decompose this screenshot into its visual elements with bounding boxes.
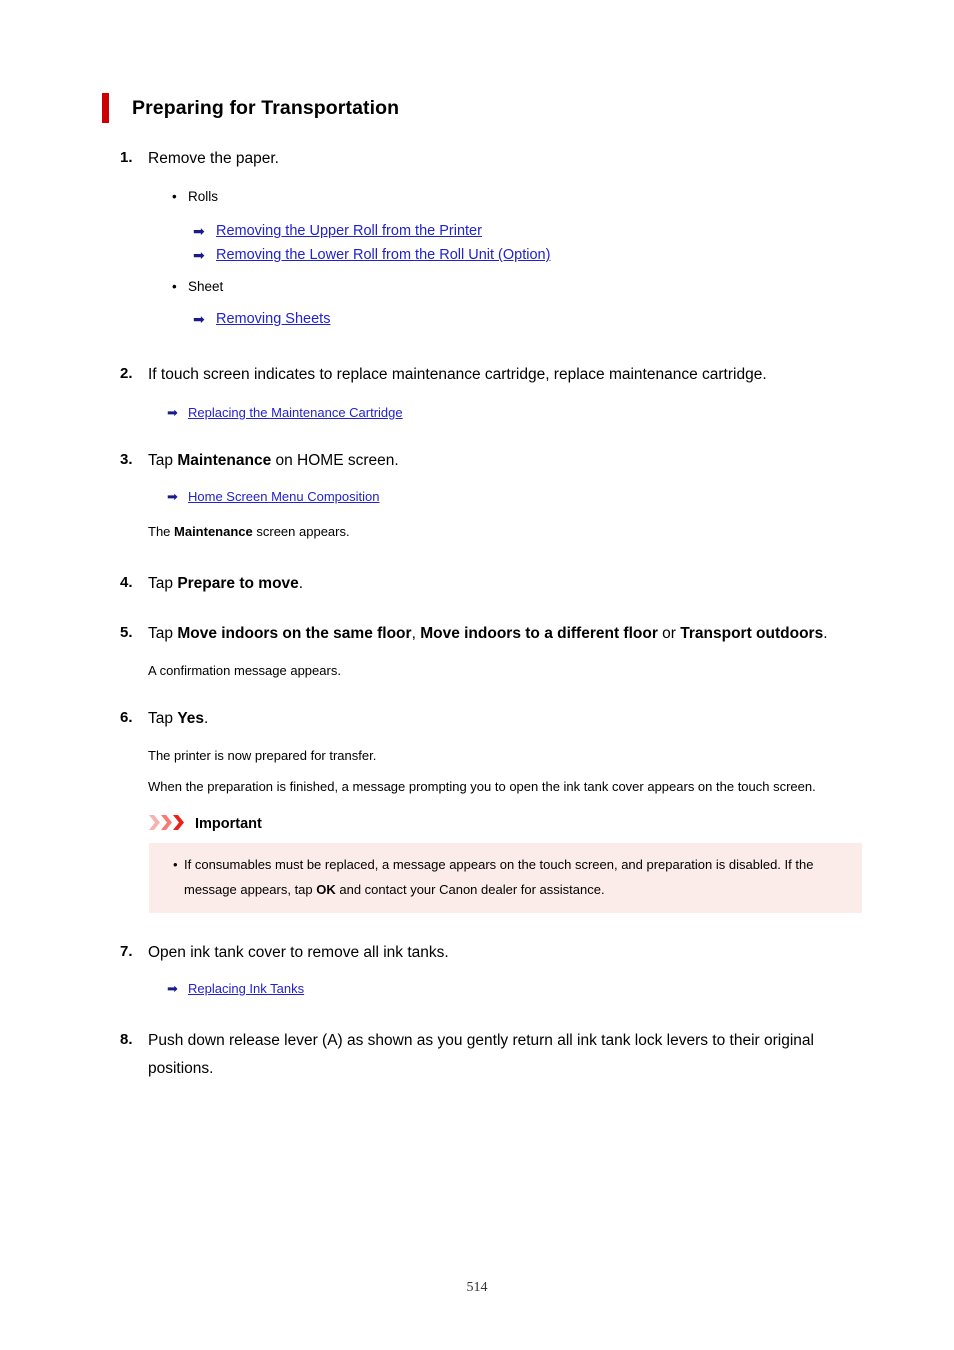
page-number: 514 <box>466 1280 488 1295</box>
chevron-triple-icon <box>149 815 184 830</box>
bullet-dot-icon: • <box>173 857 178 872</box>
step-1-text: Remove the paper. <box>148 150 279 167</box>
step-1-group-0-bullet: • Rolls <box>0 185 954 209</box>
step-7-text: Open ink tank cover to remove all ink ta… <box>148 944 449 961</box>
important-item: • If consumables must be replaced, a mes… <box>149 852 862 902</box>
step-4-text: Tap Prepare to move. <box>148 575 304 592</box>
step-2-number: 2. <box>120 365 133 382</box>
link-item[interactable]: ➡ Removing the Lower Roll from the Roll … <box>0 243 954 267</box>
step-3-note: The Maintenance screen appears. <box>148 524 350 539</box>
step-1-group-0-label: Rolls <box>188 189 219 204</box>
step-8: 8. Push down release lever (A) as shown … <box>0 1027 954 1083</box>
link-removing-sheets[interactable]: Removing Sheets <box>216 311 330 327</box>
link-removing-lower-roll[interactable]: Removing the Lower Roll from the Roll Un… <box>216 247 550 263</box>
chevron-right-icon-3 <box>173 815 184 830</box>
link-item[interactable]: ➡ Replacing Ink Tanks <box>0 977 954 1001</box>
step-6-text: Tap Yes. <box>148 710 209 727</box>
step-2: 2. If touch screen indicates to replace … <box>0 361 954 389</box>
step-5-note: A confirmation message appears. <box>148 663 341 678</box>
link-arrow-icon: ➡ <box>193 247 205 263</box>
page-title: Preparing for Transportation <box>102 93 399 123</box>
step-5: 5. Tap Move indoors on the same floor, M… <box>0 620 954 648</box>
chevron-right-icon-2 <box>161 815 172 830</box>
link-replacing-maintenance-cartridge[interactable]: Replacing the Maintenance Cartridge <box>188 405 403 420</box>
link-home-screen-menu-composition[interactable]: Home Screen Menu Composition <box>188 489 379 504</box>
step-1-group-1-bullet: • Sheet <box>0 275 954 299</box>
link-arrow-icon: ➡ <box>193 311 205 327</box>
step-8-number: 8. <box>120 1031 133 1048</box>
step-5-text: Tap Move indoors on the same floor, Move… <box>148 625 828 642</box>
step-5-number: 5. <box>120 624 133 641</box>
step-3: 3. Tap Maintenance on HOME screen. <box>0 447 954 475</box>
title-accent-bar <box>102 93 109 123</box>
important-item-text: If consumables must be replaced, a messa… <box>184 857 814 897</box>
document-page: Preparing for Transportation 1. Remove t… <box>0 0 954 1350</box>
step-1-number: 1. <box>120 149 133 166</box>
step-2-text: If touch screen indicates to replace mai… <box>148 366 767 383</box>
important-callout-box: • If consumables must be replaced, a mes… <box>149 843 862 913</box>
link-item[interactable]: ➡ Removing the Upper Roll from the Print… <box>0 219 954 243</box>
step-7-number: 7. <box>120 943 133 960</box>
important-label: Important <box>195 816 262 832</box>
link-arrow-icon: ➡ <box>193 223 205 239</box>
step-4-number: 4. <box>120 574 133 591</box>
link-item[interactable]: ➡ Removing Sheets <box>0 307 954 331</box>
link-item[interactable]: ➡ Home Screen Menu Composition <box>0 485 954 509</box>
step-3-text: Tap Maintenance on HOME screen. <box>148 452 399 469</box>
step-6: 6. Tap Yes. <box>0 705 954 733</box>
bullet-dot-icon: • <box>172 279 177 294</box>
chevron-right-icon-1 <box>149 815 160 830</box>
link-arrow-icon: ➡ <box>167 405 178 420</box>
bullet-dot-icon: • <box>172 189 177 204</box>
link-replacing-ink-tanks[interactable]: Replacing Ink Tanks <box>188 981 304 996</box>
step-6-number: 6. <box>120 709 133 726</box>
link-arrow-icon: ➡ <box>167 489 178 504</box>
step-6-note-1: The printer is now prepared for transfer… <box>148 748 377 763</box>
page-title-text: Preparing for Transportation <box>132 96 400 119</box>
step-8-text: Push down release lever (A) as shown as … <box>148 1032 814 1077</box>
link-arrow-icon: ➡ <box>167 981 178 996</box>
step-4: 4. Tap Prepare to move. <box>0 570 954 598</box>
step-1-group-1-label: Sheet <box>188 279 224 294</box>
link-removing-upper-roll[interactable]: Removing the Upper Roll from the Printer <box>216 223 482 239</box>
document-content: 1. Remove the paper. • Rolls ➡ Removing … <box>0 145 954 1083</box>
step-7: 7. Open ink tank cover to remove all ink… <box>0 939 954 967</box>
link-item[interactable]: ➡ Replacing the Maintenance Cartridge <box>0 401 954 425</box>
step-1: 1. Remove the paper. <box>0 145 954 173</box>
important-heading: Important <box>0 811 954 837</box>
step-6-note-2: When the preparation is finished, a mess… <box>148 779 816 794</box>
step-3-number: 3. <box>120 451 133 468</box>
